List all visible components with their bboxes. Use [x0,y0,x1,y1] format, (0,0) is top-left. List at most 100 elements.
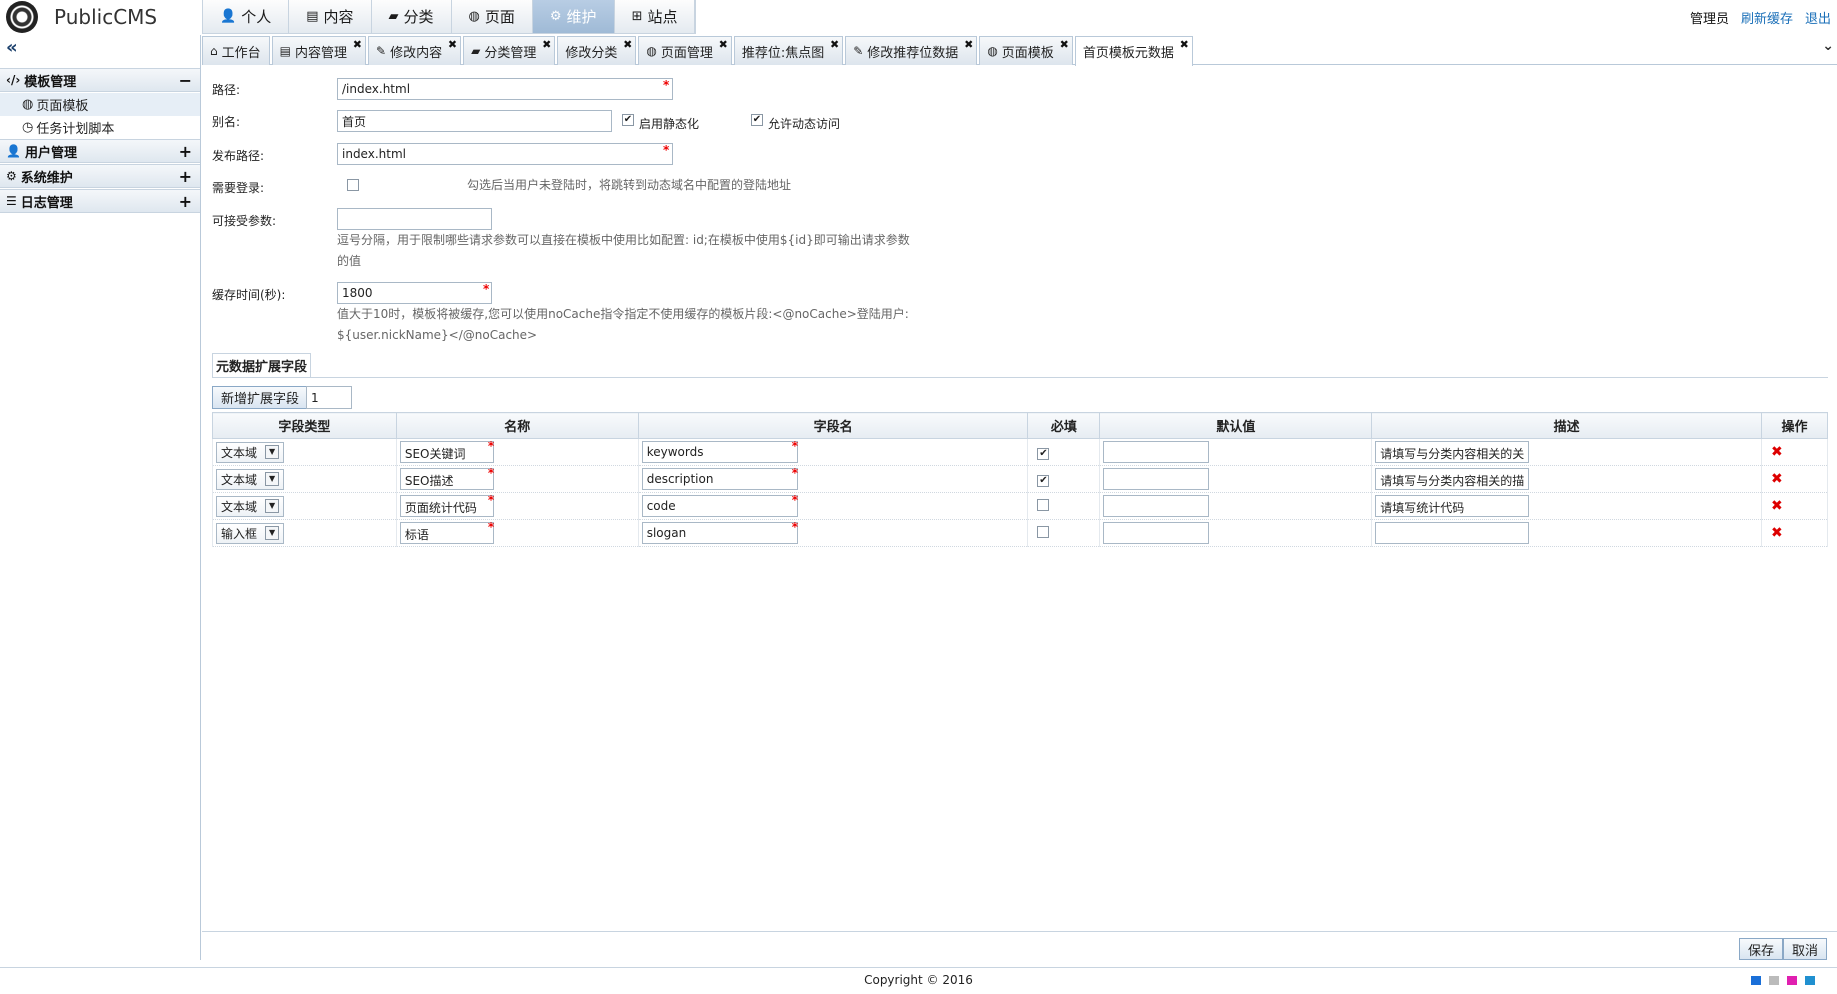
close-tab-icon[interactable]: ✖ [719,38,728,51]
chevron-down-icon[interactable]: ▼ [265,499,280,513]
expand-icon[interactable]: + [179,142,192,161]
sidebar-item-label: 任务计划脚本 [36,122,115,137]
expand-icon[interactable]: + [179,167,192,186]
close-tab-icon[interactable]: ✖ [542,38,551,51]
field-name-input[interactable]: SEO关键词 [399,441,494,463]
delete-icon[interactable]: ✖ [1771,498,1783,514]
chevron-down-icon[interactable]: ▼ [265,472,280,486]
field-name-input[interactable]: SEO描述 [399,468,494,490]
refresh-cache-link[interactable]: 刷新缓存 [1741,8,1793,27]
theme-swatch-0[interactable] [1751,976,1761,985]
dynamic-checkbox[interactable]: ✔ [751,114,763,126]
alias-input[interactable] [337,110,612,132]
save-button[interactable]: 保存 [1739,938,1784,960]
field-type-select[interactable]: 文本域 ▼ [216,441,285,463]
topnav-1[interactable]: ▤ 内容 [289,0,372,33]
topnav-3[interactable]: ◍ 页面 [451,0,533,33]
close-tab-icon[interactable]: ✖ [1180,38,1189,51]
field-code-input[interactable]: code [641,495,798,517]
tab-1[interactable]: ▤ 内容管理 ✖ [271,36,366,65]
publish-path-input[interactable] [337,143,673,165]
sidebar-group-1[interactable]: 👤 用户管理 + [0,139,200,163]
close-tab-icon[interactable]: ✖ [964,38,973,51]
field-name-input[interactable]: 标语 [399,522,494,544]
tab-9[interactable]: 首页模板元数据 ✖ [1074,36,1193,66]
path-input[interactable] [337,78,673,100]
current-user: 管理员 [1689,12,1729,27]
tab-more-icon[interactable]: ⌄ [1822,38,1834,54]
cell-default [1099,519,1373,547]
field-code-input[interactable]: description [641,468,798,490]
sidebar-group-3[interactable]: ☰ 日志管理 + [0,189,200,213]
logout-link[interactable]: 退出 [1805,8,1831,27]
tab-label: 首页模板元数据 [1082,46,1174,61]
description-input[interactable]: 请填写与分类内容相关的关 [1375,441,1530,463]
description-input[interactable]: 请填写统计代码 [1375,495,1530,517]
add-field-button[interactable]: 新增扩展字段 [212,386,309,409]
meta-fields-table: 字段类型 名称 字段名 必填 默认值 描述 操作 文本域 ▼ SEO关键词* keywords * ✔… [212,412,1828,547]
field-code-input[interactable]: keywords [641,441,798,463]
field-type-select[interactable]: 文本域 ▼ [216,468,285,490]
static-checkbox[interactable]: ✔ [622,114,634,126]
topnav-label: 维护 [566,8,597,26]
default-value-input[interactable] [1103,522,1210,544]
default-value-input[interactable] [1103,441,1210,463]
close-tab-icon[interactable]: ✖ [353,38,362,51]
tab-2[interactable]: ✎ 修改内容 ✖ [368,36,462,65]
delete-icon[interactable]: ✖ [1771,444,1783,460]
tab-0[interactable]: ⌂ 工作台 [202,36,270,65]
field-name-input[interactable]: 页面统计代码 [399,495,494,517]
collapse-sidebar-icon[interactable]: « [6,37,18,58]
chevron-down-icon[interactable]: ▼ [265,445,280,459]
sidebar-item-0-1[interactable]: ◷ 任务计划脚本 [0,116,200,139]
tab-7[interactable]: ✎ 修改推荐位数据 ✖ [845,36,978,65]
column-header: 字段类型 [212,412,397,439]
table-row: 输入框 ▼ 标语* slogan * ✖ [212,519,1828,547]
cell-desc [1371,519,1762,547]
theme-swatch-1[interactable] [1769,976,1779,985]
cell-action: ✖ [1761,438,1828,466]
expand-icon[interactable]: + [179,192,192,211]
params-label: 可接受参数: [212,214,277,228]
field-type-select[interactable]: 文本域 ▼ [216,495,285,517]
required-checkbox[interactable]: ✔ [1037,474,1050,487]
topnav-2[interactable]: ▰ 分类 [371,0,452,33]
chevron-down-icon[interactable]: ▼ [265,526,280,540]
topnav-5[interactable]: ⊞ 站点 [614,0,696,33]
default-value-input[interactable] [1103,495,1210,517]
delete-icon[interactable]: ✖ [1771,471,1783,487]
tab-3[interactable]: ▰ 分类管理 ✖ [463,36,556,65]
collapse-icon[interactable]: − [179,71,192,90]
topnav-4[interactable]: ⚙ 维护 [532,0,615,33]
need-login-checkbox[interactable] [347,179,359,191]
tab-8[interactable]: ◍ 页面模板 ✖ [979,36,1073,65]
close-tab-icon[interactable]: ✖ [448,38,457,51]
theme-swatch-2[interactable] [1787,976,1797,985]
required-checkbox[interactable] [1037,525,1050,538]
sidebar-item-0-0[interactable]: ◍ 页面模板 [0,93,200,116]
default-value-input[interactable] [1103,468,1210,490]
sidebar-group-0[interactable]: ‹/› 模板管理 − [0,68,200,92]
cancel-button[interactable]: 取消 [1783,938,1828,960]
close-tab-icon[interactable]: ✖ [623,38,632,51]
params-input[interactable] [337,208,492,230]
tab-6[interactable]: 推荐位:焦点图 ✖ [733,36,844,65]
description-input[interactable] [1375,522,1530,544]
delete-icon[interactable]: ✖ [1771,525,1783,541]
close-tab-icon[interactable]: ✖ [830,38,839,51]
field-type-select[interactable]: 输入框 ▼ [216,522,285,544]
topnav-0[interactable]: 👤 个人 [203,0,290,33]
required-checkbox[interactable]: ✔ [1037,447,1050,460]
tab-4[interactable]: 修改分类 ✖ [557,36,637,65]
required-checkbox[interactable] [1037,498,1050,511]
tab-label: 推荐位:焦点图 [741,45,825,61]
cache-time-input[interactable] [337,282,492,304]
description-input[interactable]: 请填写与分类内容相关的描 [1375,468,1530,490]
sidebar-group-2[interactable]: ⚙ 系统维护 + [0,164,200,188]
theme-swatch-3[interactable] [1805,976,1815,985]
topnav-label: 内容 [323,8,354,26]
field-code-input[interactable]: slogan [641,522,798,544]
tab-5[interactable]: ◍ 页面管理 ✖ [638,36,732,65]
close-tab-icon[interactable]: ✖ [1060,38,1069,51]
add-count-input[interactable] [306,386,352,409]
